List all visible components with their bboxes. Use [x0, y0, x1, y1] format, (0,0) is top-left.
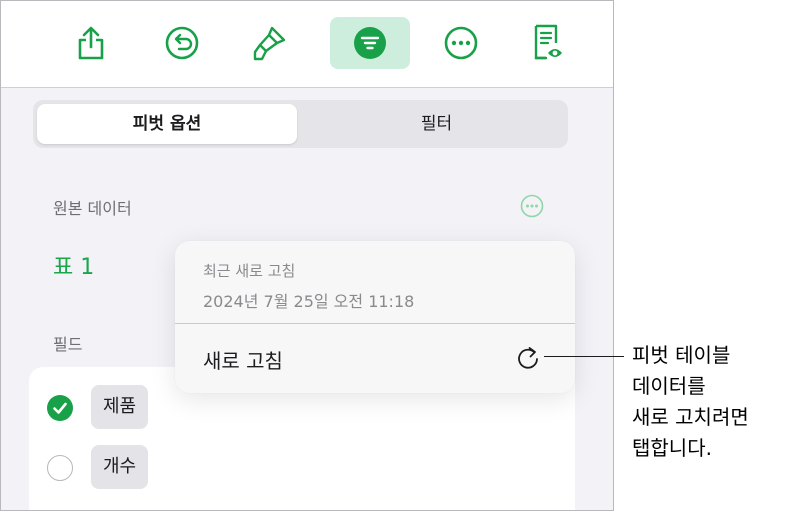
tab-filter[interactable]: 필터 — [309, 104, 564, 144]
source-more-button[interactable] — [520, 194, 544, 218]
format-button[interactable] — [242, 17, 298, 69]
field-chip[interactable]: 개수 — [91, 445, 149, 489]
tab-pivot-options[interactable]: 피벗 옵션 — [37, 104, 297, 144]
callout-line-3: 새로 고치려면 — [632, 405, 749, 429]
refresh-popover: 최근 새로 고침 2024년 7월 25일 오전 11:18 새로 고침 — [175, 241, 575, 393]
checkmark-icon — [53, 402, 67, 414]
share-button[interactable] — [63, 17, 119, 69]
list-item[interactable]: 개수 — [29, 445, 229, 489]
undo-icon — [165, 26, 199, 60]
callout-line-2: 데이터를 — [632, 374, 706, 398]
format-brush-icon — [253, 26, 286, 61]
document-view-button[interactable] — [520, 17, 576, 69]
checkbox-checked[interactable] — [47, 395, 73, 421]
organize-icon — [354, 27, 386, 59]
pivot-options-panel: 피벗 옵션 필터 원본 데이터 표 1 필드 제품 개수 최근 새로 고침 20 — [0, 0, 614, 511]
more-icon — [520, 194, 544, 218]
last-refreshed-date: 2024년 7월 25일 오전 11:18 — [203, 292, 415, 311]
toolbar — [1, 1, 613, 88]
checkbox-unchecked[interactable] — [47, 455, 73, 481]
field-chip[interactable]: 제품 — [91, 385, 149, 429]
more-button[interactable] — [433, 17, 489, 69]
refresh-icon[interactable] — [515, 345, 541, 371]
source-data-label: 원본 데이터 — [53, 199, 132, 218]
callout-line — [544, 356, 624, 357]
fields-label: 필드 — [53, 335, 83, 354]
organize-button[interactable] — [330, 17, 410, 69]
callout-text: 피벗 테이블 데이터를 새로 고치려면 탭합니다. — [632, 340, 798, 464]
more-icon — [444, 26, 478, 60]
callout-line-1: 피벗 테이블 — [632, 343, 731, 367]
document-view-icon — [534, 24, 562, 60]
segmented-control: 피벗 옵션 필터 — [33, 100, 568, 148]
undo-button[interactable] — [154, 17, 210, 69]
last-refreshed-label: 최근 새로 고침 — [203, 262, 296, 280]
callout-line-4: 탭합니다. — [632, 436, 712, 460]
share-icon — [78, 26, 104, 60]
divider — [175, 323, 575, 324]
refresh-menu-item[interactable]: 새로 고침 — [203, 345, 283, 374]
source-table-link[interactable]: 표 1 — [53, 249, 94, 281]
